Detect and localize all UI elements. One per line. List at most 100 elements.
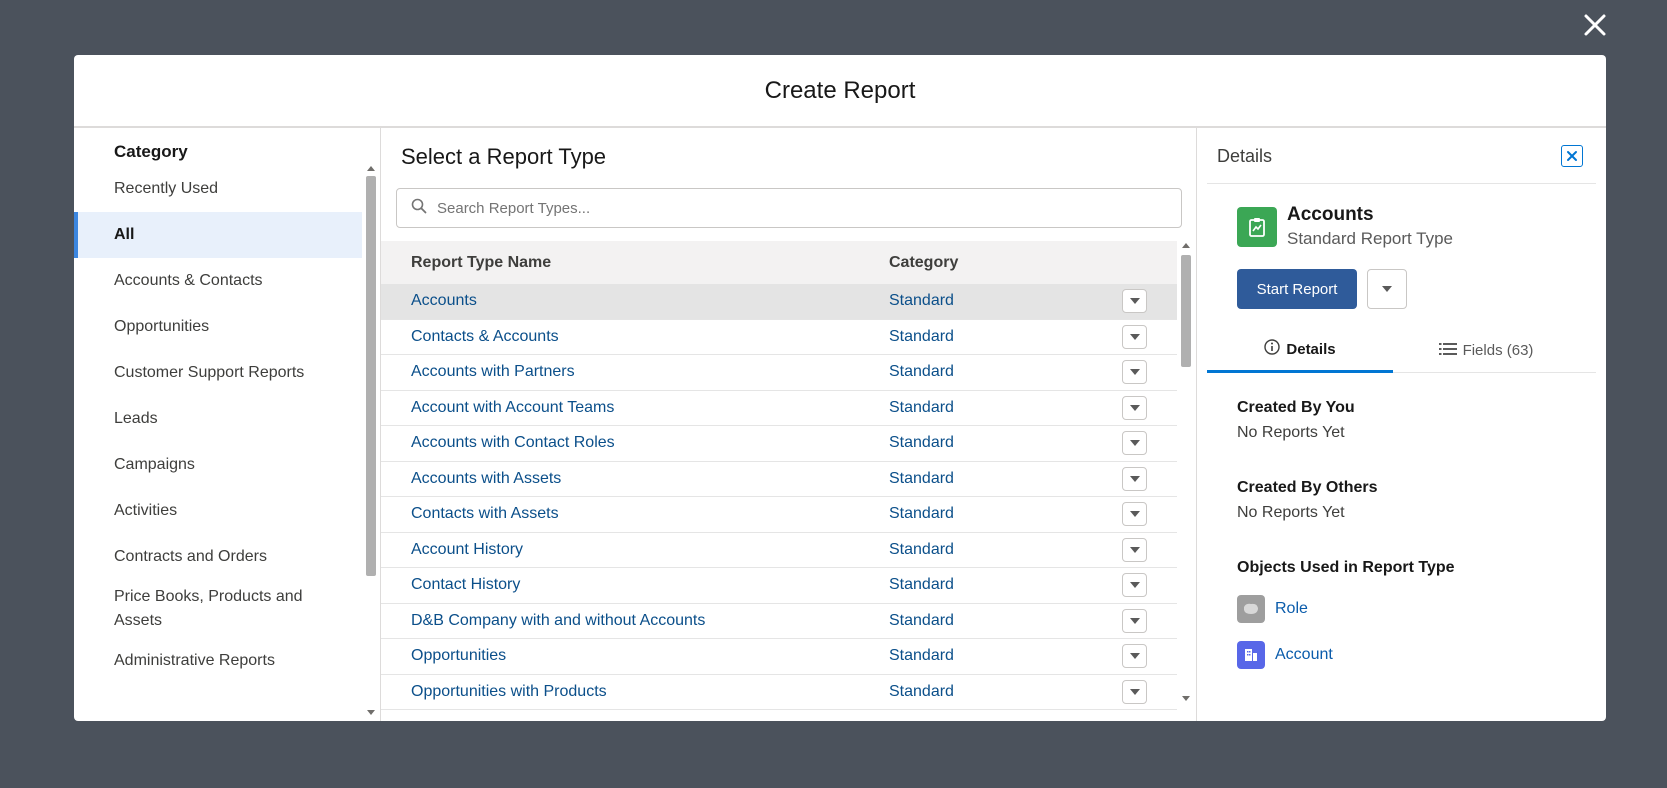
table-row[interactable]: Contact History Standard (381, 568, 1177, 604)
chevron-down-icon (1129, 511, 1140, 518)
objects-heading: Objects Used in Report Type (1237, 559, 1455, 576)
category-item-customer-support[interactable]: Customer Support Reports (74, 350, 362, 396)
row-actions-button[interactable] (1122, 431, 1147, 456)
scroll-down-arrow-icon[interactable] (1182, 696, 1190, 701)
chevron-down-icon (1129, 546, 1140, 553)
report-type-name[interactable]: Opportunities (411, 647, 506, 665)
row-actions-button[interactable] (1122, 573, 1147, 598)
chevron-down-icon (1129, 582, 1140, 589)
category-item-administrative[interactable]: Administrative Reports (74, 638, 362, 684)
table-row[interactable]: Opportunities Standard (381, 639, 1177, 675)
category-item-recently-used[interactable]: Recently Used (74, 166, 362, 212)
report-type-category: Standard (889, 611, 954, 629)
report-type-name[interactable]: Contacts with Assets (411, 505, 559, 523)
category-item-contracts-orders[interactable]: Contracts and Orders (74, 534, 362, 580)
report-type-category: Standard (889, 469, 954, 487)
report-type-category: Standard (889, 576, 954, 594)
chevron-down-icon (1129, 298, 1140, 305)
row-actions-button[interactable] (1122, 502, 1147, 527)
category-item-activities[interactable]: Activities (74, 488, 362, 534)
close-details-icon[interactable] (1561, 145, 1583, 167)
tab-details-label: Details (1286, 340, 1336, 358)
start-report-button[interactable]: Start Report (1237, 269, 1357, 309)
table-row[interactable]: Contacts & Accounts Standard (381, 320, 1177, 355)
created-by-you-heading: Created By You (1237, 399, 1355, 416)
report-type-name[interactable]: Accounts with Assets (411, 470, 561, 488)
report-type-name[interactable]: Accounts with Contact Roles (411, 434, 615, 452)
report-type-name: Accounts (1287, 204, 1374, 225)
column-header-name[interactable]: Report Type Name (411, 254, 551, 272)
divider (1207, 183, 1596, 184)
table-row[interactable]: Accounts with Assets Standard (381, 462, 1177, 497)
scroll-up-arrow-icon[interactable] (367, 166, 375, 171)
category-label: Activities (114, 502, 178, 519)
object-account-label[interactable]: Account (1275, 646, 1333, 664)
table-row[interactable]: Accounts with Contact Roles Standard (381, 426, 1177, 462)
chevron-down-icon (1129, 688, 1140, 695)
role-icon (1237, 595, 1265, 623)
tab-fields-label: Fields (63) (1462, 342, 1534, 359)
report-type-category: Standard (889, 540, 954, 558)
table-row[interactable]: Contacts with Assets Standard (381, 497, 1177, 533)
report-type-name[interactable]: Accounts (411, 292, 477, 310)
category-item-accounts-contacts[interactable]: Accounts & Contacts (74, 258, 362, 304)
search-input[interactable] (437, 199, 1181, 217)
scroll-thumb[interactable] (1181, 255, 1191, 367)
category-item-campaigns[interactable]: Campaigns (74, 442, 362, 488)
category-item-leads[interactable]: Leads (74, 396, 362, 442)
column-header-category[interactable]: Category (889, 254, 958, 272)
list-icon (1438, 342, 1457, 360)
report-type-name[interactable]: Contact History (411, 576, 520, 594)
report-type-name[interactable]: Contacts & Accounts (411, 328, 559, 346)
table-row[interactable]: Accounts with Partners Standard (381, 355, 1177, 391)
row-actions-button[interactable] (1122, 679, 1147, 704)
table-row[interactable]: D&B Company with and without Accounts St… (381, 604, 1177, 639)
tab-fields[interactable]: Fields (63) (1393, 328, 1579, 373)
category-label: Recently Used (114, 180, 219, 197)
chevron-down-icon (1129, 404, 1140, 411)
object-account[interactable]: Account (1237, 641, 1333, 669)
category-label: Opportunities (114, 318, 210, 335)
row-actions-button[interactable] (1122, 608, 1147, 633)
chevron-down-icon (1129, 440, 1140, 447)
row-actions-button[interactable] (1122, 360, 1147, 385)
category-label: Accounts & Contacts (114, 272, 263, 289)
category-label: All (114, 226, 135, 243)
report-type-name[interactable]: Account with Account Teams (411, 399, 614, 417)
report-type-name[interactable]: Account History (411, 541, 523, 559)
row-actions-button[interactable] (1122, 466, 1147, 491)
scroll-thumb[interactable] (366, 176, 376, 576)
object-role[interactable]: Role (1237, 595, 1308, 623)
tab-details[interactable]: Details (1207, 328, 1393, 373)
row-actions-button[interactable] (1122, 324, 1147, 349)
category-scrollbar[interactable] (364, 164, 378, 721)
table-row[interactable]: Account with Account Teams Standard (381, 391, 1177, 426)
table-row[interactable]: Accounts Standard (381, 284, 1177, 320)
category-item-price-books[interactable]: Price Books, Products and Assets (74, 580, 362, 638)
start-report-dropdown-button[interactable] (1367, 269, 1407, 309)
report-type-category: Standard (889, 398, 954, 416)
row-actions-button[interactable] (1122, 644, 1147, 669)
object-role-label[interactable]: Role (1275, 600, 1308, 618)
row-actions-button[interactable] (1122, 537, 1147, 562)
category-item-opportunities[interactable]: Opportunities (74, 304, 362, 350)
close-modal-icon[interactable] (1580, 10, 1610, 40)
report-type-name[interactable]: Accounts with Partners (411, 363, 575, 381)
category-label: Customer Support Reports (114, 364, 305, 381)
search-report-types-box[interactable] (396, 188, 1182, 228)
row-actions-button[interactable] (1122, 395, 1147, 420)
row-actions-button[interactable] (1122, 289, 1147, 314)
report-type-scrollbar[interactable] (1179, 241, 1193, 721)
scroll-up-arrow-icon[interactable] (1182, 243, 1190, 248)
table-row[interactable]: Account History Standard (381, 533, 1177, 568)
report-type-name[interactable]: Opportunities with Products (411, 683, 607, 701)
report-type-category: Standard (889, 682, 954, 700)
table-row[interactable]: Opportunities with Products Standard (381, 675, 1177, 710)
category-item-all[interactable]: All (74, 212, 362, 258)
category-panel: Category Recently Used All Accounts & Co… (74, 128, 381, 721)
details-tabs: Details Fields (63) (1207, 328, 1596, 373)
category-label: Contracts and Orders (114, 548, 267, 565)
report-type-name[interactable]: D&B Company with and without Accounts (411, 612, 705, 630)
report-type-category: Standard (889, 434, 954, 452)
scroll-down-arrow-icon[interactable] (367, 710, 375, 715)
